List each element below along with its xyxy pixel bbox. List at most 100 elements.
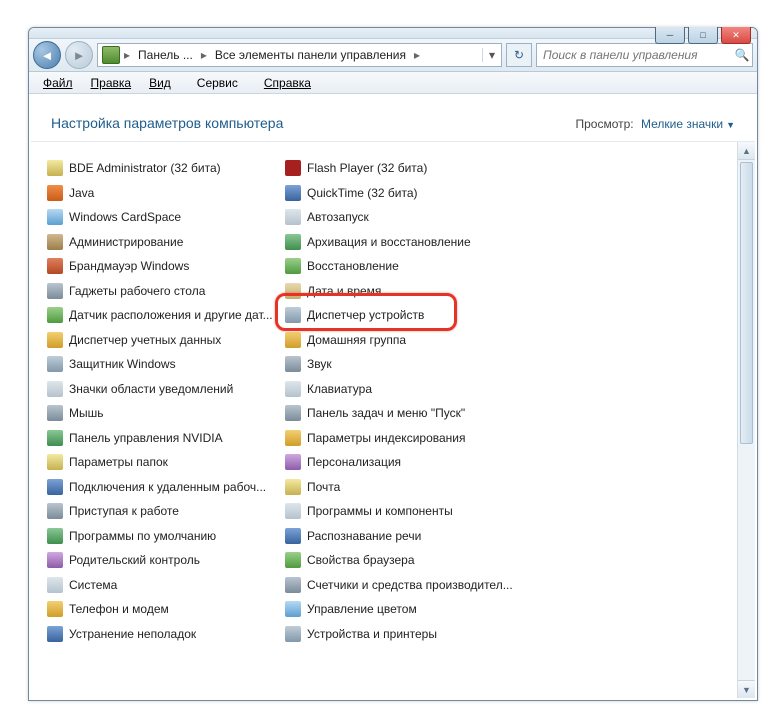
control-panel-item[interactable]: Звук xyxy=(285,352,523,377)
control-panel-item[interactable]: Программы и компоненты xyxy=(285,499,523,524)
item-icon xyxy=(285,185,301,201)
item-label: Устранение неполадок xyxy=(69,627,196,641)
control-panel-item[interactable]: Система xyxy=(47,573,285,598)
control-panel-item[interactable]: Диспетчер устройств xyxy=(285,303,523,328)
control-panel-item[interactable]: Устранение неполадок xyxy=(47,622,285,647)
address-bar[interactable]: ▸ Панель ... ▸ Все элементы панели управ… xyxy=(97,43,502,67)
item-icon xyxy=(47,258,63,274)
back-button[interactable]: ◄ xyxy=(33,41,61,69)
item-icon xyxy=(47,405,63,421)
control-panel-item[interactable]: Администрирование xyxy=(47,230,285,255)
item-icon xyxy=(285,454,301,470)
item-label: QuickTime (32 бита) xyxy=(307,186,418,200)
item-icon xyxy=(285,601,301,617)
item-icon xyxy=(47,185,63,201)
scroll-down-button[interactable]: ▼ xyxy=(738,680,755,698)
titlebar[interactable]: ─ □ ✕ xyxy=(29,28,757,39)
menu-help[interactable]: Справка xyxy=(256,74,319,92)
control-panel-item[interactable]: Windows CardSpace xyxy=(47,205,285,230)
control-panel-item[interactable]: Устройства и принтеры xyxy=(285,622,523,647)
item-icon xyxy=(47,160,63,176)
item-icon xyxy=(47,234,63,250)
item-icon xyxy=(47,577,63,593)
item-icon xyxy=(285,479,301,495)
control-panel-item[interactable]: Flash Player (32 бита) xyxy=(285,156,523,181)
scroll-up-button[interactable]: ▲ xyxy=(738,142,755,160)
close-button[interactable]: ✕ xyxy=(721,27,751,44)
control-panel-item[interactable]: Свойства браузера xyxy=(285,548,523,573)
page-title: Настройка параметров компьютера xyxy=(51,115,283,131)
control-panel-item[interactable]: Родительский контроль xyxy=(47,548,285,573)
item-icon xyxy=(47,479,63,495)
control-panel-item[interactable]: Телефон и модем xyxy=(47,597,285,622)
item-icon xyxy=(285,405,301,421)
control-panel-item[interactable]: Параметры индексирования xyxy=(285,426,523,451)
item-label: Восстановление xyxy=(307,259,399,273)
control-panel-item[interactable]: Параметры папок xyxy=(47,450,285,475)
menu-file[interactable]: Файл xyxy=(35,74,81,92)
control-panel-item[interactable]: Панель задач и меню "Пуск" xyxy=(285,401,523,426)
control-panel-item[interactable]: Подключения к удаленным рабоч... xyxy=(47,475,285,500)
scrollbar[interactable]: ▲ ▼ xyxy=(737,142,755,698)
control-panel-item[interactable]: Гаджеты рабочего стола xyxy=(47,279,285,304)
address-drop[interactable]: ▾ xyxy=(482,48,501,62)
item-icon xyxy=(47,283,63,299)
search-box[interactable]: 🔍 xyxy=(536,43,753,67)
breadcrumb-seg-1[interactable]: Панель ... xyxy=(132,48,199,62)
control-panel-item[interactable]: Панель управления NVIDIA xyxy=(47,426,285,451)
control-panel-item[interactable]: Счетчики и средства производител... xyxy=(285,573,523,598)
control-panel-item[interactable]: Дата и время xyxy=(285,279,523,304)
item-label: Панель управления NVIDIA xyxy=(69,431,223,445)
item-icon xyxy=(47,552,63,568)
control-panel-item[interactable]: Домашняя группа xyxy=(285,328,523,353)
control-panel-item[interactable]: QuickTime (32 бита) xyxy=(285,181,523,206)
item-label: Защитник Windows xyxy=(69,357,176,371)
control-panel-item[interactable]: Восстановление xyxy=(285,254,523,279)
menu-view[interactable]: Вид xyxy=(141,74,179,92)
control-panel-item[interactable]: Почта xyxy=(285,475,523,500)
refresh-button[interactable]: ↻ xyxy=(506,43,532,67)
breadcrumb-sep: ▸ xyxy=(412,48,422,62)
item-label: Параметры папок xyxy=(69,455,168,469)
item-label: Мышь xyxy=(69,406,104,420)
minimize-button[interactable]: ─ xyxy=(655,27,685,44)
control-panel-item[interactable]: Распознавание речи xyxy=(285,524,523,549)
item-label: Счетчики и средства производител... xyxy=(307,578,513,592)
item-label: Гаджеты рабочего стола xyxy=(69,284,205,298)
item-icon xyxy=(47,381,63,397)
item-icon xyxy=(285,577,301,593)
item-icon xyxy=(285,430,301,446)
control-panel-item[interactable]: Программы по умолчанию xyxy=(47,524,285,549)
item-label: Значки области уведомлений xyxy=(69,382,233,396)
control-panel-item[interactable]: Java xyxy=(47,181,285,206)
item-label: Управление цветом xyxy=(307,602,417,616)
control-panel-item[interactable]: Значки области уведомлений xyxy=(47,377,285,402)
scroll-thumb[interactable] xyxy=(740,162,753,444)
item-icon xyxy=(285,160,301,176)
search-input[interactable] xyxy=(537,48,732,62)
control-panel-item[interactable]: Управление цветом xyxy=(285,597,523,622)
control-panel-item[interactable]: Диспетчер учетных данных xyxy=(47,328,285,353)
maximize-button[interactable]: □ xyxy=(688,27,718,44)
item-label: Персонализация xyxy=(307,455,401,469)
search-icon[interactable]: 🔍 xyxy=(732,48,752,62)
control-panel-item[interactable]: Датчик расположения и другие дат... xyxy=(47,303,285,328)
item-icon xyxy=(47,430,63,446)
item-icon xyxy=(47,626,63,642)
control-panel-item[interactable]: Клавиатура xyxy=(285,377,523,402)
control-panel-item[interactable]: Брандмауэр Windows xyxy=(47,254,285,279)
forward-button[interactable]: ► xyxy=(65,41,93,69)
control-panel-item[interactable]: Архивация и восстановление xyxy=(285,230,523,255)
control-panel-item[interactable]: Автозапуск xyxy=(285,205,523,230)
control-panel-item[interactable]: BDE Administrator (32 бита) xyxy=(47,156,285,181)
control-panel-item[interactable]: Защитник Windows xyxy=(47,352,285,377)
control-panel-item[interactable]: Приступая к работе xyxy=(47,499,285,524)
view-by-link[interactable]: Мелкие значки▼ xyxy=(641,117,735,131)
menu-edit[interactable]: Правка xyxy=(83,74,140,92)
menu-tools[interactable]: Сервис xyxy=(181,74,254,92)
control-panel-item[interactable]: Мышь xyxy=(47,401,285,426)
control-panel-item[interactable]: Персонализация xyxy=(285,450,523,475)
item-icon xyxy=(47,601,63,617)
breadcrumb-seg-2[interactable]: Все элементы панели управления xyxy=(209,48,412,62)
view-by: Просмотр: Мелкие значки▼ xyxy=(575,117,735,131)
